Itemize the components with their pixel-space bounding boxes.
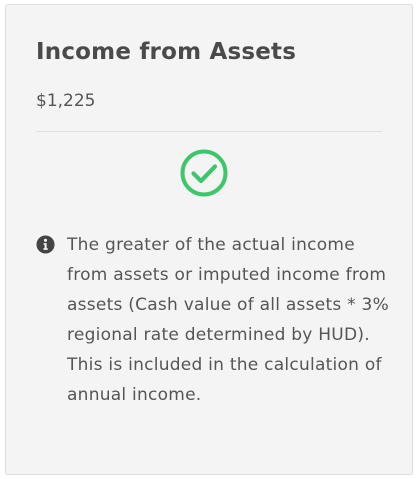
divider	[36, 131, 382, 132]
income-from-assets-card: Income from Assets $1,225 The greater of…	[5, 4, 413, 475]
card-title: Income from Assets	[36, 39, 297, 65]
income-amount: $1,225	[36, 91, 96, 111]
check-circle-icon	[180, 149, 228, 197]
info-description: The greater of the actual income from as…	[67, 235, 390, 405]
info-circle-icon	[36, 235, 55, 254]
